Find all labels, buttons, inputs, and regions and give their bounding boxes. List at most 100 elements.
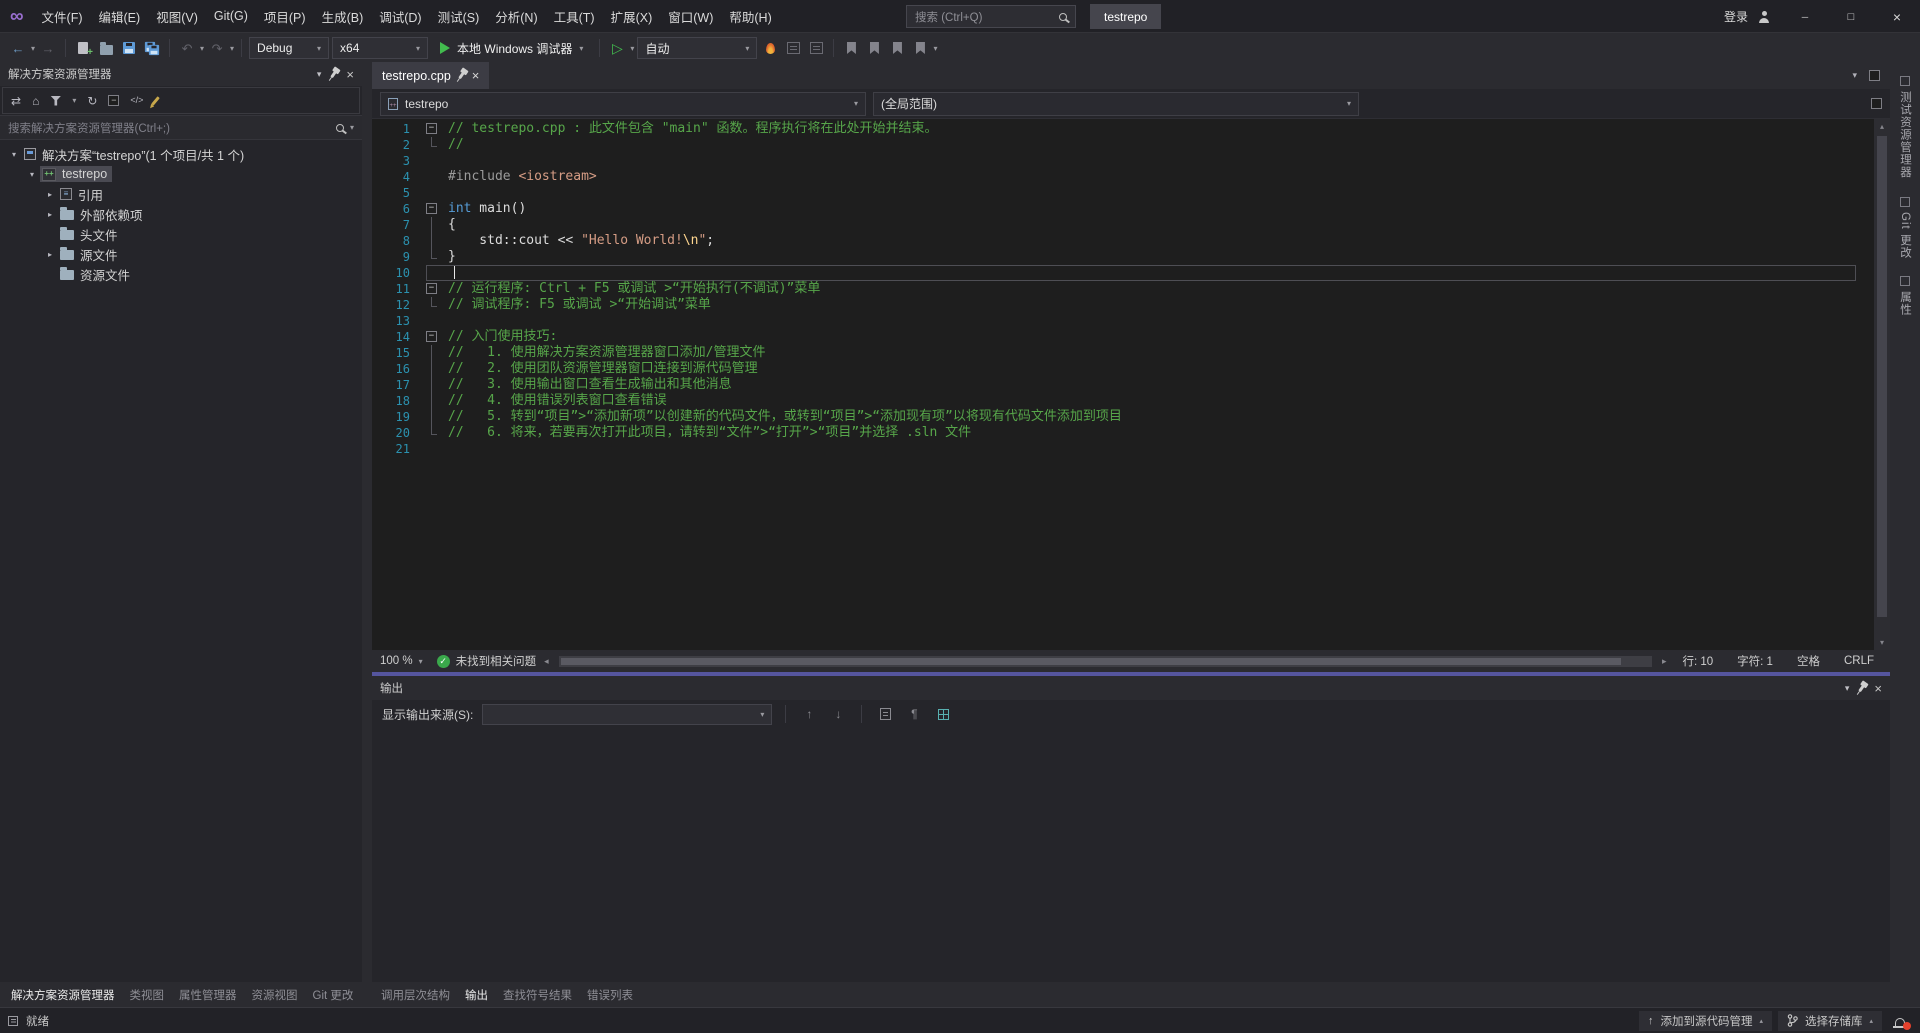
chevron-collapsed-icon[interactable]: ▸ [42, 190, 58, 199]
notifications-button[interactable] [1888, 1011, 1912, 1031]
left-panel-tab-2[interactable]: 属性管理器 [172, 984, 244, 1006]
fold-margin[interactable]: − [424, 281, 442, 297]
code-line-9[interactable]: 9} [372, 249, 1870, 265]
menu-item-6[interactable]: 调试(D) [371, 0, 429, 32]
vertical-scrollbar[interactable]: ▴ ▾ [1874, 119, 1890, 650]
code-line-7[interactable]: 7{ [372, 217, 1870, 233]
code-line-14[interactable]: 14−// 入门使用技巧: [372, 329, 1870, 345]
autohide-tab-2[interactable]: 属性 [1897, 276, 1913, 316]
window-position-dropdown-icon[interactable]: ▾ [1845, 683, 1850, 694]
code-line-19[interactable]: 19// 5. 转到“项目”>“添加新项”以创建新的代码文件，或转到“项目”>“… [372, 409, 1870, 425]
menu-item-11[interactable]: 窗口(W) [660, 0, 721, 32]
tree-item[interactable]: ▾++testrepo [0, 164, 362, 184]
filter-icon[interactable] [50, 96, 61, 106]
tree-item[interactable]: 头文件 [0, 224, 362, 244]
solution-configuration-dropdown[interactable]: Debug▾ [249, 37, 329, 59]
bookmark-window-icon[interactable] [910, 37, 930, 59]
menu-item-10[interactable]: 扩展(X) [603, 0, 661, 32]
tree-item[interactable]: ▸源文件 [0, 244, 362, 264]
code-line-17[interactable]: 17// 3. 使用输出窗口查看生成输出和其他消息 [372, 377, 1870, 393]
navigate-back-dropdown-icon[interactable]: ▾ [31, 44, 35, 53]
tree-item[interactable]: ▸≡引用 [0, 184, 362, 204]
autohide-tab-0[interactable]: 测试资源管理器 [1897, 76, 1913, 179]
menu-item-1[interactable]: 编辑(E) [91, 0, 149, 32]
redo-icon[interactable]: ↷ [207, 37, 227, 59]
refresh-icon[interactable]: ↻ [87, 95, 97, 107]
navigate-back-icon[interactable]: ← [8, 37, 28, 59]
rename-icon[interactable] [152, 96, 161, 106]
quick-search-box[interactable]: 搜索 (Ctrl+Q) [906, 5, 1076, 28]
menu-item-3[interactable]: Git(G) [206, 0, 256, 32]
start-debugging-button[interactable]: 本地 Windows 调试器 ▾ [431, 40, 592, 57]
left-panel-tab-0[interactable]: 解决方案资源管理器 [4, 984, 122, 1006]
next-bookmark-icon[interactable] [887, 37, 907, 59]
close-panel-icon[interactable]: × [346, 68, 354, 81]
caret-line-indicator[interactable]: 行: 10 [1674, 653, 1721, 669]
navigate-forward-icon[interactable]: → [38, 37, 58, 59]
search-options-dropdown-icon[interactable]: ▾ [350, 123, 354, 132]
code-line-18[interactable]: 18// 4. 使用错误列表窗口查看错误 [372, 393, 1870, 409]
undo-dropdown-icon[interactable]: ▾ [200, 44, 204, 53]
chevron-collapsed-icon[interactable]: ▸ [42, 210, 58, 219]
horizontal-scrollbar[interactable] [559, 656, 1652, 667]
fold-margin[interactable]: − [424, 201, 442, 217]
menu-item-7[interactable]: 测试(S) [430, 0, 488, 32]
code-line-13[interactable]: 13 [372, 313, 1870, 329]
code-line-21[interactable]: 21 [372, 441, 1870, 457]
tree-item[interactable]: ▾解决方案“testrepo”(1 个项目/共 1 个) [0, 144, 362, 164]
project-scope-dropdown[interactable]: ++ testrepo ▾ [380, 92, 866, 116]
bottom-panel-tab-0[interactable]: 调用层次结构 [374, 984, 457, 1006]
attach-to-process-icon[interactable] [783, 37, 803, 59]
code-line-10[interactable]: 10 [372, 265, 1870, 281]
filter-dropdown-icon[interactable]: ▾ [72, 96, 76, 105]
code-line-12[interactable]: 12// 调试程序: F5 或调试 >“开始调试”菜单 [372, 297, 1870, 313]
toolbar-overflow-icon[interactable]: ▾ [933, 44, 937, 53]
scroll-left-icon[interactable]: ◂ [544, 656, 549, 667]
bottom-panel-tab-2[interactable]: 查找符号结果 [496, 984, 579, 1006]
start-without-debugging-dropdown-icon[interactable]: ▾ [630, 44, 634, 53]
sign-in-button[interactable]: 登录 [1714, 8, 1758, 25]
maximize-button[interactable]: □ [1828, 0, 1874, 33]
toggle-bookmark-icon[interactable] [864, 37, 884, 59]
next-message-icon[interactable]: ↓ [828, 704, 848, 724]
fold-collapse-icon[interactable]: − [426, 331, 437, 342]
scroll-down-icon[interactable]: ▾ [1880, 635, 1884, 650]
menu-item-2[interactable]: 视图(V) [148, 0, 206, 32]
user-account-icon[interactable] [1758, 11, 1770, 23]
menu-item-9[interactable]: 工具(T) [546, 0, 603, 32]
redo-dropdown-icon[interactable]: ▾ [230, 44, 234, 53]
close-panel-icon[interactable]: × [1874, 682, 1882, 695]
code-line-11[interactable]: 11−// 运行程序: Ctrl + F5 或调试 >“开始执行(不调试)”菜单 [372, 281, 1870, 297]
eol-indicator[interactable]: CRLF [1836, 655, 1882, 667]
close-button[interactable]: × [1874, 0, 1920, 33]
fold-collapse-icon[interactable]: − [426, 123, 437, 134]
chevron-expanded-icon[interactable]: ▾ [24, 170, 40, 179]
minimize-button[interactable]: ─ [1782, 0, 1828, 33]
output-source-dropdown[interactable]: ▾ [482, 704, 772, 725]
code-line-1[interactable]: 1−// testrepo.cpp : 此文件包含 "main" 函数。程序执行… [372, 121, 1870, 137]
code-line-3[interactable]: 3 [372, 153, 1870, 169]
chevron-expanded-icon[interactable]: ▾ [6, 150, 22, 159]
save-icon[interactable] [119, 37, 139, 59]
menu-item-5[interactable]: 生成(B) [314, 0, 372, 32]
window-position-dropdown-icon[interactable]: ▾ [317, 69, 322, 80]
output-layout-icon[interactable] [933, 704, 953, 724]
code-line-6[interactable]: 6−int main() [372, 201, 1870, 217]
code-line-8[interactable]: 8 std::cout << "Hello World!\n"; [372, 233, 1870, 249]
open-file-icon[interactable] [96, 37, 116, 59]
code-line-4[interactable]: 4#include <iostream> [372, 169, 1870, 185]
output-panel-header[interactable]: 输出 ▾ × [372, 676, 1890, 700]
code-line-2[interactable]: 2// [372, 137, 1870, 153]
bottom-panel-tab-3[interactable]: 错误列表 [580, 984, 640, 1006]
zoom-dropdown[interactable]: 100 % ▾ [380, 655, 429, 667]
previous-message-icon[interactable]: ↑ [799, 704, 819, 724]
scroll-right-icon[interactable]: ▸ [1662, 656, 1667, 667]
fold-collapse-icon[interactable]: − [426, 203, 437, 214]
fold-margin[interactable]: − [424, 329, 442, 345]
bottom-panel-tab-1[interactable]: 输出 [458, 984, 495, 1006]
menu-item-0[interactable]: 文件(F) [34, 0, 91, 32]
new-project-icon[interactable] [73, 37, 93, 59]
view-code-icon[interactable]: </> [130, 96, 143, 105]
add-to-source-control-button[interactable]: ↑ 添加到源代码管理 ▴ [1639, 1011, 1772, 1031]
undo-icon[interactable]: ↶ [177, 37, 197, 59]
